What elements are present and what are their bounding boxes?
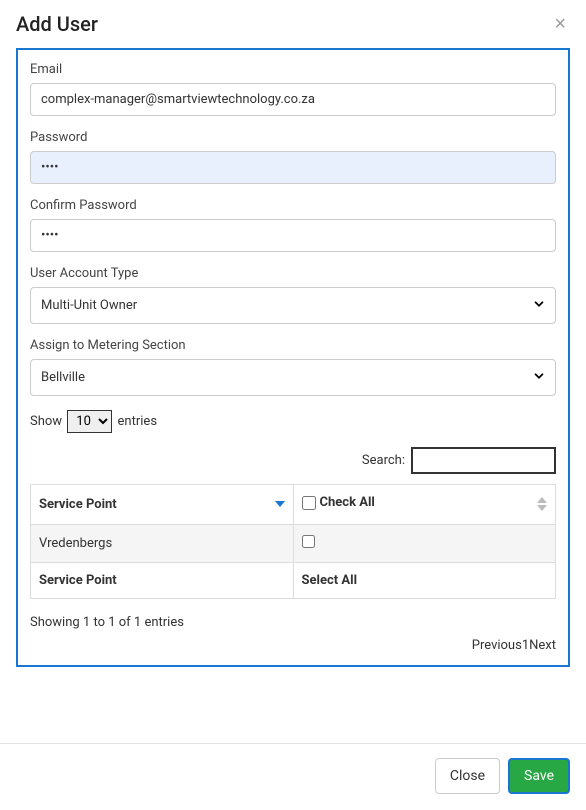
next-page[interactable]: Next — [529, 638, 556, 653]
modal-body: Email Password Confirm Password User Acc… — [0, 48, 586, 683]
password-label: Password — [30, 130, 556, 145]
add-user-modal: Add User × Email Password Confirm Passwo… — [0, 0, 586, 810]
modal-footer: Close Save — [0, 743, 586, 810]
save-button[interactable]: Save — [508, 758, 570, 794]
form-area: Email Password Confirm Password User Acc… — [16, 48, 570, 667]
sort-both-icon — [537, 495, 547, 513]
datatable-paginate: Previous1Next — [30, 638, 556, 653]
metering-section-value: Bellville — [41, 370, 85, 385]
search-input[interactable] — [411, 447, 556, 474]
row-checkbox[interactable] — [302, 535, 315, 548]
entries-length: Show 10 entries — [30, 410, 556, 433]
confirm-password-field[interactable] — [30, 219, 556, 252]
col-check-all[interactable]: Check All — [293, 485, 556, 525]
datatable-info: Showing 1 to 1 of 1 entries — [30, 615, 556, 630]
show-prefix: Show — [30, 414, 62, 429]
metering-section-label: Assign to Metering Section — [30, 338, 556, 353]
modal-title: Add User — [16, 12, 98, 36]
metering-section-group: Assign to Metering Section Bellville — [30, 338, 556, 396]
password-field[interactable] — [30, 151, 556, 184]
check-all-text: Check All — [320, 495, 375, 510]
entries-select[interactable]: 10 — [67, 410, 112, 433]
datatable-search: Search: — [30, 447, 556, 474]
password-group: Password — [30, 130, 556, 184]
footer-col-service-point: Service Point — [31, 562, 294, 598]
email-field[interactable] — [30, 83, 556, 116]
email-group: Email — [30, 62, 556, 116]
row-checkbox-cell — [293, 524, 556, 562]
prev-page[interactable]: Previous — [472, 638, 522, 653]
account-type-label: User Account Type — [30, 266, 556, 281]
check-all-label[interactable]: Check All — [302, 495, 375, 510]
confirm-password-group: Confirm Password — [30, 198, 556, 252]
account-type-group: User Account Type Multi-Unit Owner — [30, 266, 556, 324]
metering-section-select[interactable]: Bellville — [30, 359, 556, 396]
close-icon[interactable]: × — [550, 14, 570, 34]
sort-asc-icon — [275, 499, 285, 509]
account-type-select[interactable]: Multi-Unit Owner — [30, 287, 556, 324]
search-label: Search: — [362, 453, 405, 468]
close-button[interactable]: Close — [435, 758, 500, 794]
datatable-controls: Show 10 entries Search: — [30, 410, 556, 474]
service-point-table: Service Point Check All — [30, 484, 556, 599]
footer-col-select-all: Select All — [293, 562, 556, 598]
modal-header: Add User × — [0, 0, 586, 48]
table-row: Vredenbergs — [31, 524, 556, 562]
check-all-checkbox[interactable] — [302, 496, 316, 510]
col-service-point[interactable]: Service Point — [31, 485, 294, 525]
account-type-value: Multi-Unit Owner — [41, 298, 137, 313]
email-label: Email — [30, 62, 556, 77]
show-suffix: entries — [118, 414, 158, 429]
confirm-password-label: Confirm Password — [30, 198, 556, 213]
row-service-point: Vredenbergs — [31, 524, 294, 562]
col-service-point-label: Service Point — [39, 497, 117, 512]
